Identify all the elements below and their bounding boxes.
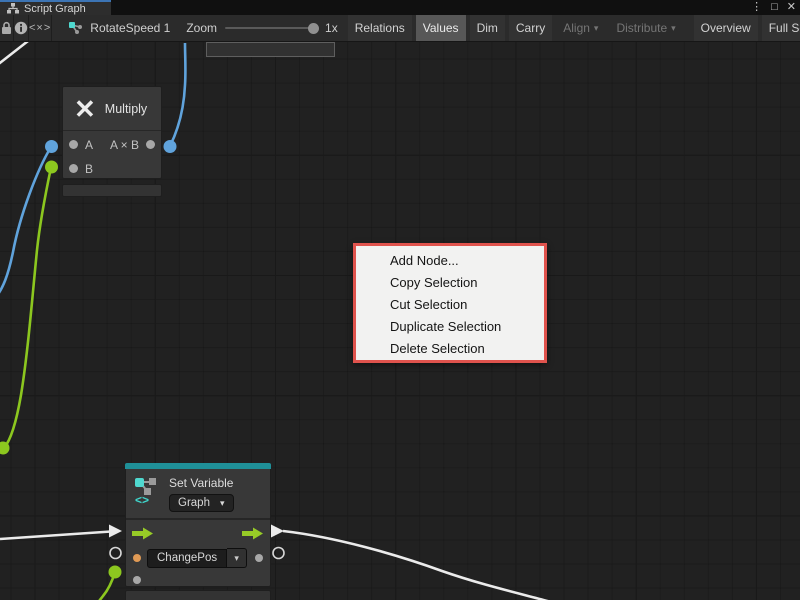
graph-icon (7, 3, 19, 14)
node-set-variable[interactable]: <> Set Variable Graph ▾ ChangePos ▾ (125, 464, 271, 587)
relations-button[interactable]: Relations (348, 15, 412, 41)
info-button[interactable] (14, 15, 29, 41)
script-graph-window: ✕ Multiply A A × B B <> (0, 0, 800, 600)
menu-item-add-node[interactable]: Add Node... (356, 250, 544, 272)
close-icon[interactable]: ✕ (787, 0, 796, 15)
code-icon: <×> (29, 22, 51, 34)
variable-name-value: ChangePos (147, 549, 227, 568)
scope-value: Graph (178, 497, 210, 509)
zoom-label: Zoom (186, 21, 217, 35)
port-result-output[interactable] (146, 140, 155, 149)
multiply-x-icon: ✕ (74, 96, 96, 122)
multiply-header[interactable]: ✕ Multiply (63, 87, 161, 131)
window-controls: ⋮ □ ✕ (751, 0, 796, 15)
lock-icon (0, 21, 13, 35)
zoom-slider[interactable] (225, 27, 317, 29)
chevron-down-icon: ▾ (220, 498, 225, 509)
carry-button[interactable]: Carry (509, 15, 552, 41)
graph-toolbar: <×> RotateSpeed 1 Zoom 1x Relations Valu… (0, 15, 800, 42)
node-graph-icon (68, 21, 84, 35)
zoom-value: 1x (325, 21, 338, 35)
tab-label: Script Graph (24, 3, 86, 15)
variable-scope-dropdown[interactable]: Graph ▾ (169, 494, 234, 512)
partial-node-top[interactable] (206, 42, 335, 57)
setvar-flow-row (126, 520, 270, 546)
variable-name-dropdown[interactable]: ChangePos ▾ (147, 548, 247, 568)
extra-input-port[interactable] (133, 576, 141, 584)
port-b-input[interactable] (69, 164, 78, 173)
align-button[interactable]: Align▾ (556, 15, 605, 41)
kebab-menu-icon[interactable]: ⋮ (751, 0, 762, 15)
flow-in-port[interactable] (132, 527, 154, 540)
lock-button[interactable] (0, 15, 14, 41)
zoom-slider-knob[interactable] (308, 23, 319, 34)
chevron-down-icon: ▾ (671, 23, 676, 34)
value-output-port[interactable] (255, 554, 263, 562)
port-a-input[interactable] (69, 140, 78, 149)
port-b-label: B (85, 162, 93, 176)
tab-script-graph[interactable]: Script Graph (0, 0, 111, 15)
breadcrumb[interactable]: RotateSpeed 1 (52, 15, 170, 41)
flow-out-port[interactable] (242, 527, 264, 540)
values-button[interactable]: Values (416, 15, 466, 41)
setvar-variable-row: ChangePos ▾ (126, 546, 270, 570)
overview-button[interactable]: Overview (694, 15, 758, 41)
menu-item-duplicate-selection[interactable]: Duplicate Selection (356, 316, 544, 338)
multiply-footer (62, 184, 162, 197)
full-screen-button[interactable]: Full Screen (762, 15, 800, 41)
context-menu: Add Node... Copy Selection Cut Selection… (353, 243, 547, 363)
menu-item-copy-selection[interactable]: Copy Selection (356, 272, 544, 294)
port-result-label: A × B (110, 138, 139, 152)
distribute-button[interactable]: Distribute▾ (609, 15, 682, 41)
chevron-down-icon[interactable]: ▾ (227, 548, 247, 568)
breadcrumb-label: RotateSpeed 1 (90, 21, 170, 35)
multiply-row-a: A A × B (63, 134, 161, 155)
variable-node-icon: <> (134, 474, 161, 506)
info-icon (14, 21, 28, 35)
angle-pair-glyph: <> (135, 493, 149, 506)
chevron-down-icon: ▾ (594, 23, 599, 34)
zoom-control: Zoom 1x (186, 15, 337, 41)
tab-strip: Script Graph ⋮ □ ✕ (0, 0, 800, 15)
port-a-label: A (85, 138, 93, 152)
maximize-icon[interactable]: □ (771, 0, 778, 15)
dim-button[interactable]: Dim (470, 15, 505, 41)
code-button[interactable]: <×> (29, 15, 52, 41)
multiply-row-b: B (63, 158, 161, 179)
value-input-port[interactable] (133, 554, 141, 562)
node-multiply[interactable]: ✕ Multiply A A × B B (62, 86, 162, 179)
menu-item-cut-selection[interactable]: Cut Selection (356, 294, 544, 316)
menu-item-delete-selection[interactable]: Delete Selection (356, 338, 544, 360)
setvar-header[interactable]: <> Set Variable Graph ▾ (126, 469, 270, 520)
setvar-footer (125, 590, 271, 600)
setvar-title: Set Variable (169, 476, 234, 490)
multiply-title: Multiply (105, 102, 147, 116)
setvar-extra-row (126, 570, 270, 590)
